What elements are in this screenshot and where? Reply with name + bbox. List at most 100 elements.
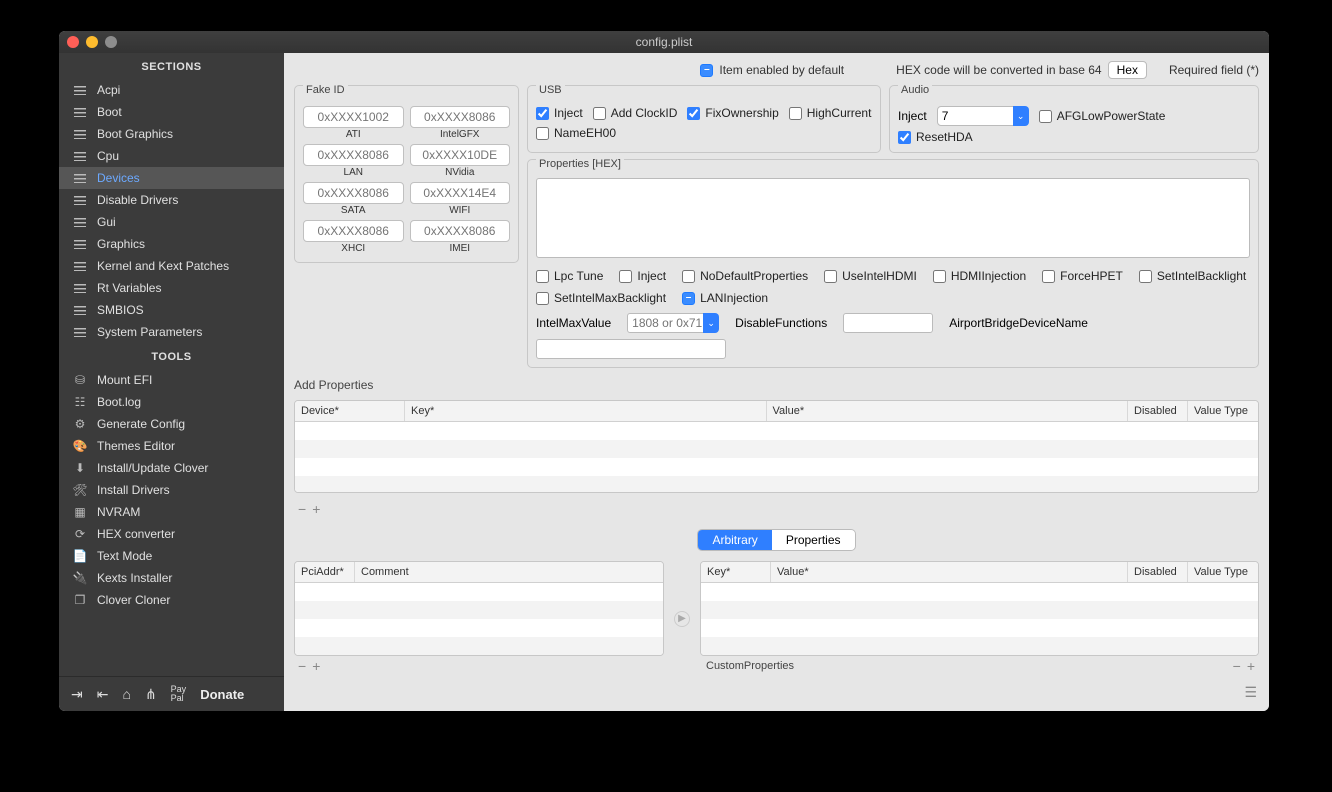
tool-text-mode[interactable]: 📄Text Mode <box>59 545 284 567</box>
chevron-down-icon[interactable]: ⌄ <box>1013 106 1029 126</box>
remove-row-button[interactable]: − <box>298 501 306 517</box>
audio-inject-select[interactable] <box>937 106 1017 126</box>
sidebar-item-label: Generate Config <box>97 417 185 431</box>
col-valuetype[interactable]: Value Type <box>1188 401 1258 421</box>
tool-themes-editor[interactable]: 🎨Themes Editor <box>59 435 284 457</box>
col-disabled[interactable]: Disabled <box>1128 401 1188 421</box>
remove-row-button[interactable]: − <box>1233 658 1241 674</box>
tool-mount-efi[interactable]: ⛁ Mount EFI <box>59 369 284 391</box>
properties-title: Properties [HEX] <box>536 158 624 170</box>
sidebar-item-cpu[interactable]: Cpu <box>59 145 284 167</box>
usb-inject-checkbox[interactable]: Inject <box>536 106 583 120</box>
arbitrary-properties-tabs: Arbitrary Properties <box>697 529 855 551</box>
tool-bootlog[interactable]: ☷Boot.log <box>59 391 284 413</box>
copy-icon: ❐ <box>73 594 87 606</box>
drive-icon: ⛁ <box>73 374 87 386</box>
forcehpet-checkbox[interactable]: ForceHPET <box>1042 269 1123 283</box>
add-row-button[interactable]: + <box>312 501 320 517</box>
fakeid-input-xhci[interactable] <box>303 220 404 242</box>
tools-heading: TOOLS <box>59 343 284 369</box>
tool-clover-cloner[interactable]: ❐Clover Cloner <box>59 589 284 611</box>
audio-title: Audio <box>898 84 932 96</box>
audio-group: Audio Inject ⌄ AFGLowPowerState ResetHDA <box>889 85 1259 153</box>
fakeid-input-sata[interactable] <box>303 182 404 204</box>
hdmiinjection-checkbox[interactable]: HDMIInjection <box>933 269 1026 283</box>
sidebar-item-gui[interactable]: Gui <box>59 211 284 233</box>
fakeid-input-nvidia[interactable] <box>410 144 511 166</box>
fakeid-input-imei[interactable] <box>410 220 511 242</box>
afg-checkbox[interactable]: AFGLowPowerState <box>1039 109 1166 123</box>
audio-inject-label: Inject <box>898 109 927 123</box>
col-valuetype[interactable]: Value Type <box>1188 562 1258 582</box>
hex-button[interactable]: Hex <box>1108 61 1147 79</box>
inject-checkbox[interactable]: Inject <box>619 269 666 283</box>
fakeid-input-ati[interactable] <box>303 106 404 128</box>
sidebar-item-rt-variables[interactable]: Rt Variables <box>59 277 284 299</box>
sidebar-item-acpi[interactable]: Acpi <box>59 79 284 101</box>
sidebar-item-label: System Parameters <box>97 325 202 339</box>
sidebar-item-kernel-kext[interactable]: Kernel and Kext Patches <box>59 255 284 277</box>
menu-icon[interactable]: ☰ <box>1244 684 1257 701</box>
share-icon[interactable]: ⋔ <box>145 686 157 703</box>
enabled-default-label: Item enabled by default <box>719 63 844 77</box>
tool-kexts-installer[interactable]: 🔌Kexts Installer <box>59 567 284 589</box>
sidebar-item-devices[interactable]: Devices <box>59 167 284 189</box>
col-pciaddr[interactable]: PciAddr* <box>295 562 355 582</box>
fakeid-input-lan[interactable] <box>303 144 404 166</box>
col-value[interactable]: Value* <box>767 401 1129 421</box>
donate-button[interactable]: Donate <box>200 687 244 702</box>
tool-install-clover[interactable]: ⬇Install/Update Clover <box>59 457 284 479</box>
sidebar-item-graphics[interactable]: Graphics <box>59 233 284 255</box>
col-value[interactable]: Value* <box>771 562 1128 582</box>
sidebar-item-disable-drivers[interactable]: Disable Drivers <box>59 189 284 211</box>
remove-row-button[interactable]: − <box>298 658 306 674</box>
sidebar-item-boot[interactable]: Boot <box>59 101 284 123</box>
arbitrary-right-body[interactable] <box>701 583 1258 655</box>
tool-generate-config[interactable]: ⚙Generate Config <box>59 413 284 435</box>
tab-arbitrary[interactable]: Arbitrary <box>698 530 771 550</box>
setintelmaxbacklight-checkbox[interactable]: SetIntelMaxBacklight <box>536 291 666 305</box>
add-properties-label: Add Properties <box>294 378 1259 392</box>
list-icon <box>73 304 87 316</box>
chevron-down-icon[interactable]: ⌄ <box>703 313 719 333</box>
tab-properties[interactable]: Properties <box>772 530 855 550</box>
usb-fixownership-checkbox[interactable]: FixOwnership <box>687 106 778 120</box>
resethda-checkbox[interactable]: ResetHDA <box>898 130 973 144</box>
arbitrary-left-body[interactable] <box>295 583 663 655</box>
intelmaxvalue-input[interactable] <box>627 313 707 333</box>
tool-hex-converter[interactable]: ⟳HEX converter <box>59 523 284 545</box>
col-device[interactable]: Device* <box>295 401 405 421</box>
home-icon[interactable]: ⌂ <box>122 686 130 702</box>
sidebar-item-label: Install Drivers <box>97 483 170 497</box>
fakeid-input-intelgfx[interactable] <box>410 106 511 128</box>
usb-highcurrent-checkbox[interactable]: HighCurrent <box>789 106 872 120</box>
sidebar-item-label: SMBIOS <box>97 303 144 317</box>
add-row-button[interactable]: + <box>312 658 320 674</box>
col-disabled[interactable]: Disabled <box>1128 562 1188 582</box>
tool-install-drivers[interactable]: 🛠Install Drivers <box>59 479 284 501</box>
properties-hex-input[interactable] <box>536 178 1250 258</box>
sidebar-item-label: Boot.log <box>97 395 141 409</box>
col-key[interactable]: Key* <box>405 401 767 421</box>
lpc-checkbox[interactable]: Lpc Tune <box>536 269 603 283</box>
export-icon[interactable]: ⇤ <box>97 686 109 703</box>
import-icon[interactable]: ⇥ <box>71 686 83 703</box>
add-row-button[interactable]: + <box>1247 658 1255 674</box>
fakeid-input-wifi[interactable] <box>410 182 511 204</box>
sidebar-item-system-parameters[interactable]: System Parameters <box>59 321 284 343</box>
airportbridge-input[interactable] <box>536 339 726 359</box>
setintelbacklight-checkbox[interactable]: SetIntelBacklight <box>1139 269 1246 283</box>
nodefault-checkbox[interactable]: NoDefaultProperties <box>682 269 808 283</box>
tool-nvram[interactable]: ▦NVRAM <box>59 501 284 523</box>
disablefunctions-input[interactable] <box>843 313 933 333</box>
sidebar-item-label: Mount EFI <box>97 373 152 387</box>
col-key[interactable]: Key* <box>701 562 771 582</box>
sidebar-item-boot-graphics[interactable]: Boot Graphics <box>59 123 284 145</box>
laninjection-checkbox[interactable]: LANInjection <box>682 291 768 305</box>
usb-nameeh00-checkbox[interactable]: NameEH00 <box>536 126 616 140</box>
sidebar-item-smbios[interactable]: SMBIOS <box>59 299 284 321</box>
useintelhdmi-checkbox[interactable]: UseIntelHDMI <box>824 269 917 283</box>
add-properties-body[interactable] <box>295 422 1258 493</box>
usb-addclockid-checkbox[interactable]: Add ClockID <box>593 106 678 120</box>
col-comment[interactable]: Comment <box>355 562 663 582</box>
